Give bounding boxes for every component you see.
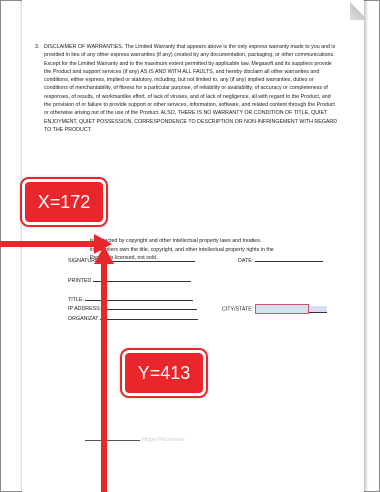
x-coordinate-callout: X=172 bbox=[22, 179, 106, 225]
pointer-arrows bbox=[0, 234, 114, 492]
x-coordinate-label: X=172 bbox=[37, 191, 91, 212]
y-coordinate-label: Y=413 bbox=[137, 362, 191, 383]
y-coordinate-callout: Y=413 bbox=[122, 350, 206, 396]
